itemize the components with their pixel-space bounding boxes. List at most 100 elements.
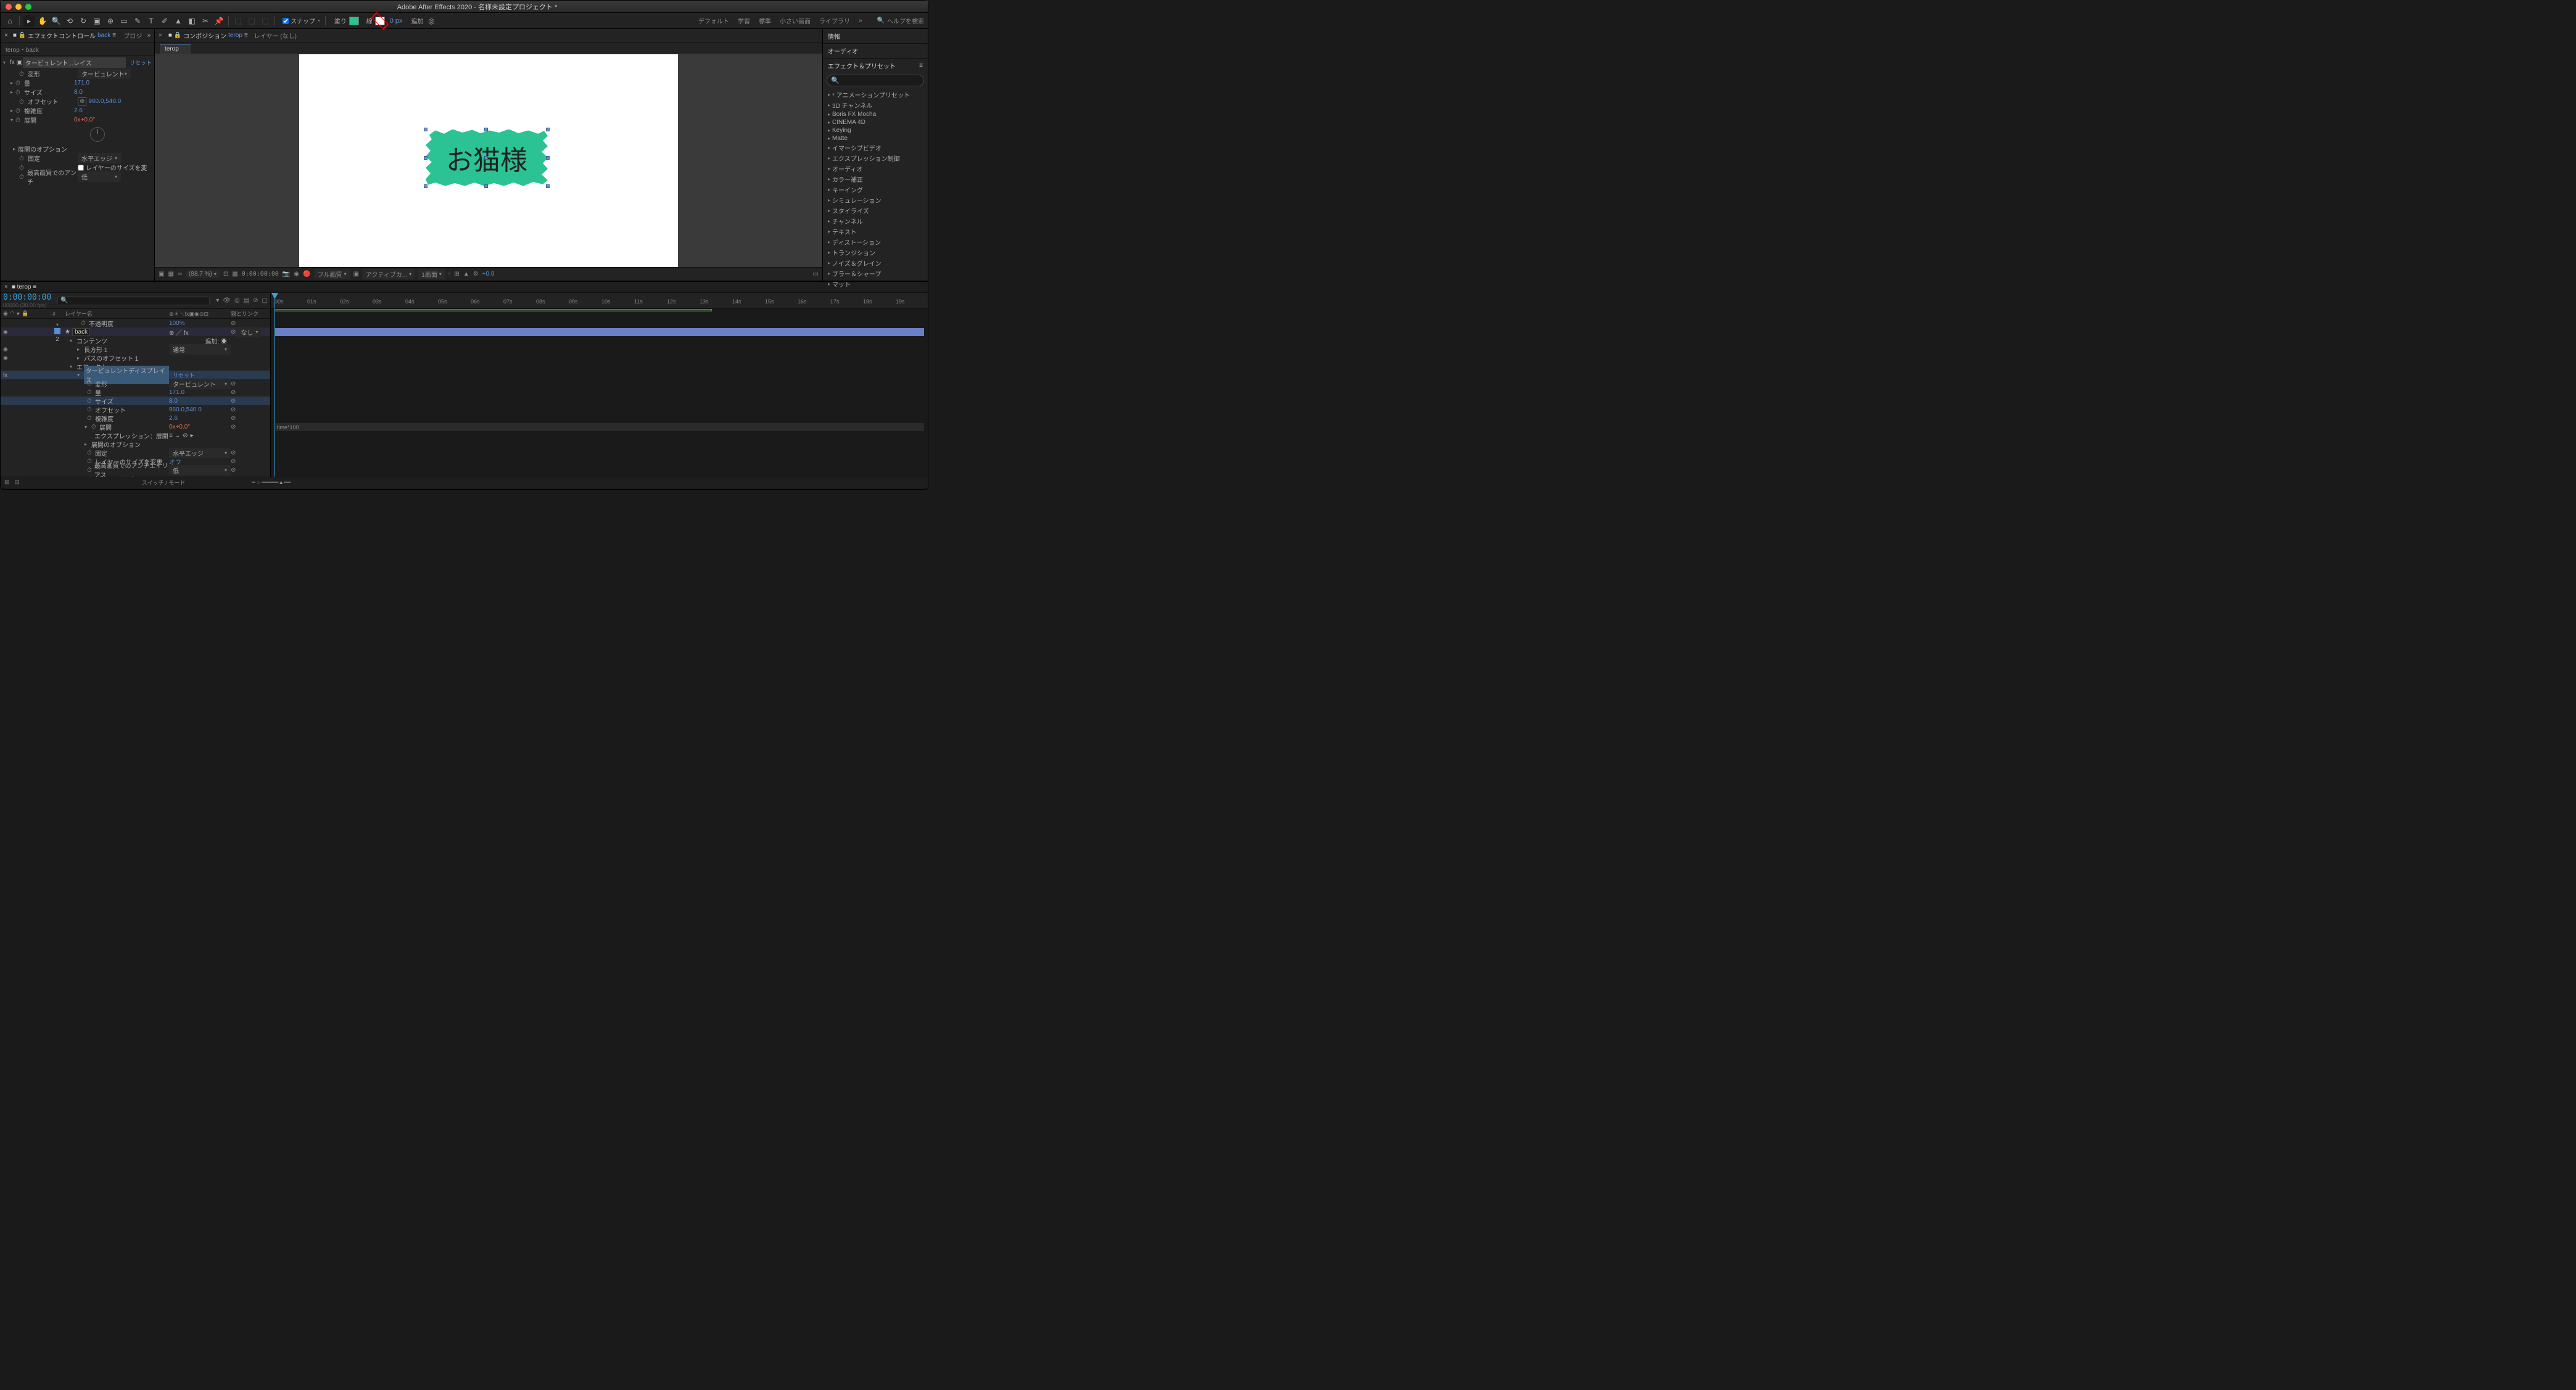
- anchor-point-icon[interactable]: [484, 156, 488, 160]
- add-label[interactable]: 追加: [411, 16, 424, 25]
- visibility-toggle[interactable]: ◉: [3, 355, 8, 361]
- fill-label[interactable]: 塗り: [334, 16, 347, 25]
- rotate-tool-icon[interactable]: ↻: [78, 15, 89, 27]
- help-search[interactable]: 🔍 ヘルプを検索: [877, 16, 924, 25]
- workspace-learn[interactable]: 学習: [738, 16, 750, 25]
- selection-tool-icon[interactable]: ▸: [23, 15, 35, 27]
- evolution-value[interactable]: 0x+0.0°: [74, 117, 95, 123]
- anchor-tool-icon[interactable]: ⊕: [105, 15, 116, 27]
- shy-icon[interactable]: 👁: [223, 297, 231, 304]
- effects-category-item[interactable]: ▸ CINEMA 4D: [827, 118, 924, 126]
- fast-preview-icon[interactable]: ▲: [463, 271, 469, 278]
- mask-icon[interactable]: ∞: [178, 271, 182, 278]
- stopwatch-icon[interactable]: ⏱: [87, 389, 93, 395]
- toggle-modes-icon[interactable]: ⊟: [14, 479, 19, 486]
- transparency-icon[interactable]: ▩: [232, 271, 237, 278]
- evolution-options[interactable]: 展開のオプション: [18, 144, 67, 154]
- draft3d-icon[interactable]: ◎: [234, 297, 240, 304]
- link-icon[interactable]: ⊘: [231, 467, 236, 474]
- stopwatch-icon[interactable]: ⏱: [87, 380, 93, 387]
- panel-overflow-icon[interactable]: »: [147, 32, 151, 39]
- solo-column-icon[interactable]: ●: [17, 310, 20, 317]
- crosshair-icon[interactable]: ⊕: [78, 97, 86, 105]
- amount-value[interactable]: 171.0: [169, 389, 231, 396]
- visibility-toggle[interactable]: ◉: [3, 346, 8, 353]
- graph-editor-icon[interactable]: ▢: [262, 297, 268, 304]
- panel-close-icon[interactable]: ×: [159, 32, 162, 39]
- twirl-icon[interactable]: ▸: [85, 442, 89, 447]
- link-icon[interactable]: ⊘: [231, 424, 236, 430]
- mesh2-icon[interactable]: ⬚: [246, 15, 257, 27]
- blend-dropdown[interactable]: 通常▾: [169, 344, 231, 355]
- link-icon[interactable]: ⊘: [231, 389, 236, 396]
- antialias-dropdown[interactable]: 低▾: [78, 171, 121, 182]
- twirl-icon[interactable]: ▾: [3, 60, 8, 65]
- pinning-dropdown[interactable]: 水平エッジ▾: [78, 153, 121, 163]
- timeline-icon[interactable]: ⚙: [473, 271, 479, 278]
- timeline-tab[interactable]: ■ terop ≡: [12, 284, 36, 290]
- add-target-icon[interactable]: ◎: [426, 15, 437, 27]
- expression-field[interactable]: time*100: [275, 423, 924, 431]
- info-panel-header[interactable]: 情報: [823, 29, 928, 43]
- zoom-tool-icon[interactable]: 🔍: [51, 15, 62, 27]
- toggle-switches-icon[interactable]: ⊞: [4, 479, 9, 486]
- effect-row[interactable]: ▾ fx ▣ タービュレント...レイス リセット: [1, 56, 154, 69]
- lock-column-icon[interactable]: 🔒: [22, 310, 28, 317]
- workspace-library[interactable]: ライブラリ: [819, 16, 850, 25]
- evolution-value[interactable]: 0x+0.0°: [169, 424, 190, 430]
- time-ruler[interactable]: 00s01s02s03s04s05s06s07s08s09s10s11s12s1…: [271, 293, 928, 309]
- camera-tool-icon[interactable]: ▣: [91, 15, 102, 27]
- effects-category-item[interactable]: ▸ トランジション: [827, 247, 924, 258]
- size-value[interactable]: 8.0: [169, 398, 231, 405]
- panel-close-icon[interactable]: ×: [4, 284, 8, 290]
- stopwatch-icon[interactable]: ⏱: [19, 155, 25, 162]
- close-window-icon[interactable]: [6, 4, 12, 10]
- parent-dropdown[interactable]: なし▾: [237, 327, 262, 337]
- effects-category-item[interactable]: ▸ イマーシブビデオ: [827, 142, 924, 153]
- zoom-dropdown[interactable]: (88.7 %)▾: [186, 270, 220, 278]
- link-icon[interactable]: ⊘: [231, 320, 236, 327]
- layer-bar-back[interactable]: [275, 328, 924, 336]
- reset-link[interactable]: リセット: [173, 372, 195, 379]
- effect-controls-tab[interactable]: ■ 🔒 エフェクトコントロール back ≡: [13, 31, 116, 40]
- work-area-bar[interactable]: [275, 309, 712, 311]
- panel-close-icon[interactable]: ×: [4, 32, 8, 39]
- mesh3-icon[interactable]: ⬚: [260, 15, 271, 27]
- effects-category-item[interactable]: ▸ キーイング: [827, 184, 924, 195]
- workspace-overflow-icon[interactable]: »: [859, 17, 862, 24]
- selection-handle[interactable]: [546, 156, 550, 160]
- effects-category-item[interactable]: ▸ * アニメーションプリセット: [827, 89, 924, 100]
- effects-category-item[interactable]: ▸ シミュレーション: [827, 195, 924, 205]
- switches-modes-toggle[interactable]: スイッチ / モード: [142, 479, 186, 487]
- expression-toggle-icon[interactable]: ≡: [169, 432, 173, 439]
- stopwatch-icon[interactable]: ⏱: [91, 424, 97, 430]
- stopwatch-icon[interactable]: ⏱: [81, 320, 87, 326]
- stopwatch-icon[interactable]: ⏱: [87, 450, 93, 456]
- snap-checkbox[interactable]: スナップ ⚬: [283, 16, 321, 25]
- project-tab[interactable]: プロジ: [123, 31, 142, 40]
- fill-color-swatch[interactable]: [349, 17, 359, 25]
- stopwatch-icon[interactable]: ⏱: [87, 398, 93, 404]
- eye-column-icon[interactable]: ◉: [3, 310, 8, 317]
- panel-menu-icon[interactable]: ▭: [813, 271, 819, 278]
- effects-category-item[interactable]: ▸ Keying: [827, 126, 924, 134]
- expression-pickwhip-icon[interactable]: ⊘: [183, 432, 188, 439]
- twirl-icon[interactable]: ▾: [10, 117, 15, 123]
- offset-value[interactable]: 960.0,540.0: [88, 98, 121, 105]
- stopwatch-icon[interactable]: ⏱: [15, 89, 22, 96]
- camera-dropdown[interactable]: アクティブカ...▾: [363, 269, 415, 279]
- offset-value[interactable]: 960.0,540.0: [169, 406, 231, 413]
- twirl-icon[interactable]: ▸: [10, 108, 15, 113]
- effects-category-item[interactable]: ▸ 3D チャンネル: [827, 100, 924, 110]
- comp-mini-icon[interactable]: ▾: [216, 297, 219, 304]
- twirl-icon[interactable]: ▸: [10, 89, 15, 95]
- selection-handle[interactable]: [546, 184, 550, 188]
- composition-viewer[interactable]: お猫様: [155, 54, 822, 267]
- puppet-tool-icon[interactable]: 📌: [213, 15, 225, 27]
- effects-category-item[interactable]: ▸ スタイライズ: [827, 205, 924, 216]
- shape-tool-icon[interactable]: ▭: [118, 15, 130, 27]
- stopwatch-icon[interactable]: ⏱: [19, 174, 25, 180]
- stopwatch-icon[interactable]: ⏱: [87, 406, 93, 413]
- selection-handle[interactable]: [484, 184, 488, 188]
- size-value[interactable]: 8.0: [74, 89, 83, 96]
